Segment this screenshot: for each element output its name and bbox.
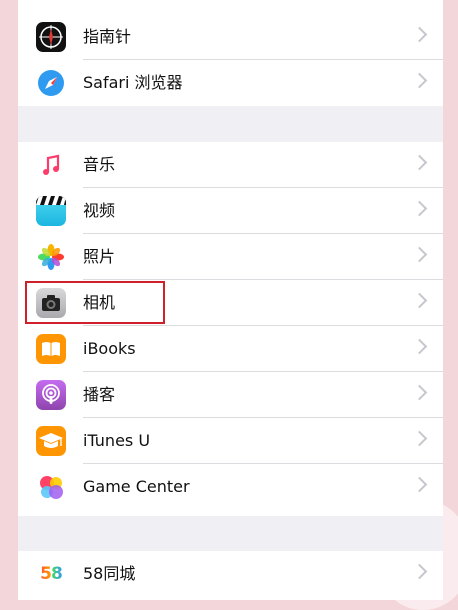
chevron-right-icon [411,200,428,217]
settings-row-label: 58同城 [83,564,136,583]
settings-row-itunes-u[interactable]: iTunes U [18,418,443,464]
chevron-right-icon [411,154,428,171]
chevron-right-icon [411,476,428,493]
chevron-right-icon [411,384,428,401]
settings-row-photos[interactable]: 照片 [18,234,443,280]
compass-icon [36,22,66,52]
music-icon [36,150,66,180]
settings-row-music[interactable]: 音乐 [18,142,443,188]
game-center-icon [36,472,66,502]
settings-row-58-tongcheng[interactable]: 58 58同城 [18,551,443,597]
safari-icon [36,68,66,98]
settings-row-game-center[interactable]: Game Center [18,464,443,510]
settings-group-2: 音乐 视频 照片 相机 iBooks 播客 iTunes U Game Cent… [18,142,443,516]
chevron-right-icon [411,246,428,263]
settings-row-safari[interactable]: Safari 浏览器 [18,60,443,106]
chevron-right-icon [411,292,428,309]
chevron-right-icon [411,26,428,43]
settings-row-label: Safari 浏览器 [83,73,183,92]
photos-icon [36,242,66,272]
chevron-right-icon [411,72,428,89]
settings-row-label: 照片 [83,247,116,266]
settings-row-videos[interactable]: 视频 [18,188,443,234]
settings-row-label: Game Center [83,477,190,496]
ibooks-icon [36,334,66,364]
58-tongcheng-icon: 58 [36,559,66,589]
chevron-right-icon [411,563,428,580]
chevron-right-icon [411,338,428,355]
videos-icon [36,196,66,226]
settings-row-ibooks[interactable]: iBooks [18,326,443,372]
settings-row-podcasts[interactable]: 播客 [18,372,443,418]
settings-row-label: iTunes U [83,431,151,450]
settings-row-label: 播客 [83,385,116,404]
settings-row-label: 指南针 [83,27,132,46]
settings-group-1: 指南针 Safari 浏览器 [18,0,443,106]
settings-group-3: 58 58同城 [18,551,443,600]
podcasts-icon [36,380,66,410]
itunes-u-icon [36,426,66,456]
settings-row-compass[interactable]: 指南针 [18,14,443,60]
settings-row-label: 视频 [83,201,116,220]
camera-highlight-box [25,281,165,324]
chevron-right-icon [411,430,428,447]
settings-row-label: 音乐 [83,155,116,174]
settings-list: 指南针 Safari 浏览器 音乐 视频 照片 相机 iBooks 播客 iTu… [18,0,443,600]
settings-row-label: iBooks [83,339,136,358]
58-logo-text: 58 [40,564,63,584]
